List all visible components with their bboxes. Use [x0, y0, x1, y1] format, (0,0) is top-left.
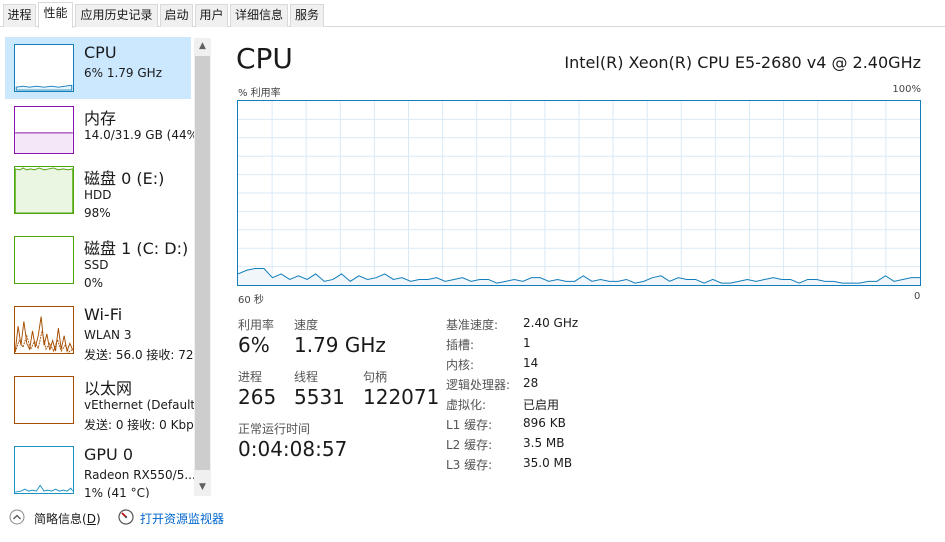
tab-strip: 进程 性能 应用历史记录 启动 用户 详细信息 服务 [0, 0, 945, 28]
sidebar-item-sub2: 1% (41 °C) [84, 486, 150, 498]
scroll-down-arrow-icon[interactable]: ▼ [194, 479, 211, 496]
cores-label: 内核: [446, 358, 475, 372]
virtualization-value: 已启用 [523, 398, 560, 412]
tab-app-history[interactable]: 应用历史记录 [75, 4, 158, 27]
cpu-model-name: Intel(R) Xeon(R) CPU E5-2680 v4 @ 2.40GH… [564, 53, 921, 72]
sidebar-item-wifi[interactable]: Wi-Fi WLAN 3 发送: 56.0 接收: 72. [5, 299, 194, 362]
l1-cache-label: L1 缓存: [446, 418, 493, 432]
chevron-up-icon[interactable] [9, 509, 25, 525]
base-speed-label: 基准速度: [446, 318, 499, 332]
sidebar-item-gpu[interactable]: GPU 0 Radeon RX550/5... 1% (41 °C) [5, 439, 194, 498]
tab-performance[interactable]: 性能 [38, 2, 73, 28]
sidebar-item-title: 内存 [84, 109, 117, 128]
sidebar-item-ethernet[interactable]: 以太网 vEthernet (Default , 发送: 0 接收: 0 Kbp [5, 369, 194, 432]
sidebar-item-sub: SSD [84, 258, 109, 272]
utilization-label: 利用率 [238, 318, 275, 332]
sidebar-item-title: 以太网 [84, 379, 133, 398]
sidebar-item-sub: 14.0/31.9 GB (44%) [84, 128, 194, 142]
sidebar-item-title: Wi-Fi [84, 305, 123, 324]
l2-cache-value: 3.5 MB [523, 436, 565, 450]
speed-value: 1.79 GHz [294, 333, 386, 357]
utilization-value: 6% [238, 333, 270, 357]
l3-cache-label: L3 缓存: [446, 458, 493, 472]
tab-details[interactable]: 详细信息 [230, 4, 288, 27]
wifi-thumbnail-graph [14, 306, 74, 354]
tab-startup[interactable]: 启动 [160, 4, 193, 27]
sidebar-item-sub: HDD [84, 188, 112, 202]
sidebar-item-disk-1[interactable]: 磁盘 1 (C: D:) SSD 0% [5, 229, 191, 291]
sidebar-item-sub2: 98% [84, 206, 111, 220]
fewer-details-button[interactable]: 简略信息(D) [34, 510, 101, 527]
sidebar-item-sub: 6% 1.79 GHz [84, 66, 163, 80]
tab-services[interactable]: 服务 [290, 4, 324, 27]
tab-users[interactable]: 用户 [195, 4, 228, 27]
logical-processors-label: 逻辑处理器: [446, 378, 511, 392]
sidebar-item-sub2: 发送: 56.0 接收: 72. [84, 348, 194, 362]
disk0-thumbnail-graph [14, 166, 74, 214]
handles-label: 句柄 [363, 370, 388, 384]
tab-processes[interactable]: 进程 [3, 4, 36, 27]
uptime-label: 正常运行时间 [238, 422, 311, 436]
processes-value: 265 [238, 385, 277, 409]
sidebar-item-cpu[interactable]: CPU 6% 1.79 GHz [5, 37, 191, 99]
graph-x-left-label: 60 秒 [238, 295, 264, 306]
threads-value: 5531 [294, 385, 345, 409]
uptime-value: 0:04:08:57 [238, 437, 348, 461]
handles-value: 122071 [363, 385, 440, 409]
threads-label: 线程 [294, 370, 319, 384]
sidebar-item-title: 磁盘 1 (C: D:) [84, 239, 189, 258]
resource-monitor-icon [118, 509, 134, 525]
scroll-thumb[interactable] [195, 56, 210, 470]
scroll-up-arrow-icon[interactable]: ▲ [194, 38, 211, 55]
sidebar-item-memory[interactable]: 内存 14.0/31.9 GB (44%) [5, 99, 194, 161]
processes-label: 进程 [238, 370, 263, 384]
speed-label: 速度 [294, 318, 319, 332]
logical-processors-value: 28 [523, 376, 539, 390]
fewer-details-access-key: D [86, 512, 96, 526]
sidebar-item-title: 磁盘 0 (E:) [84, 169, 165, 188]
graph-y-axis-label: % 利用率 [238, 88, 281, 99]
graph-y-max-label: 100% [892, 84, 921, 95]
disk1-thumbnail-graph [14, 236, 74, 284]
sidebar-item-sub: WLAN 3 [84, 328, 132, 342]
ethernet-thumbnail-graph [14, 376, 74, 424]
sockets-label: 插槽: [446, 338, 475, 352]
sidebar-item-sub2: 发送: 0 接收: 0 Kbp [84, 418, 194, 432]
sidebar-item-sub: vEthernet (Default , [84, 398, 194, 412]
memory-thumbnail-graph [14, 106, 74, 154]
page-title: CPU [236, 42, 293, 75]
cpu-thumbnail-graph [14, 44, 74, 92]
fewer-details-suffix: ) [95, 512, 101, 526]
sidebar-item-disk-0[interactable]: 磁盘 0 (E:) HDD 98% [5, 159, 191, 221]
resource-sidebar: CPU 6% 1.79 GHz 内存 14.0/31.9 GB (44%) 磁盘… [0, 33, 213, 498]
l1-cache-value: 896 KB [523, 416, 566, 430]
sockets-value: 1 [523, 336, 531, 350]
open-resource-monitor-link[interactable]: 打开资源监视器 [140, 510, 224, 527]
base-speed-value: 2.40 GHz [523, 316, 579, 330]
sidebar-item-sub2: 0% [84, 276, 104, 290]
sidebar-item-sub: Radeon RX550/5... [84, 468, 194, 482]
cores-value: 14 [523, 356, 539, 370]
l3-cache-value: 35.0 MB [523, 456, 573, 470]
fewer-details-prefix: 简略信息( [34, 512, 87, 526]
sidebar-item-title: CPU [84, 43, 117, 62]
l2-cache-label: L2 缓存: [446, 438, 493, 452]
gpu-thumbnail-graph [14, 446, 74, 494]
sidebar-item-title: GPU 0 [84, 445, 134, 464]
sidebar-scrollbar[interactable]: ▲ ▼ [194, 38, 211, 496]
virtualization-label: 虚拟化: [446, 398, 487, 412]
cpu-utilization-graph [237, 100, 921, 286]
graph-x-right-label: 0 [914, 291, 921, 302]
